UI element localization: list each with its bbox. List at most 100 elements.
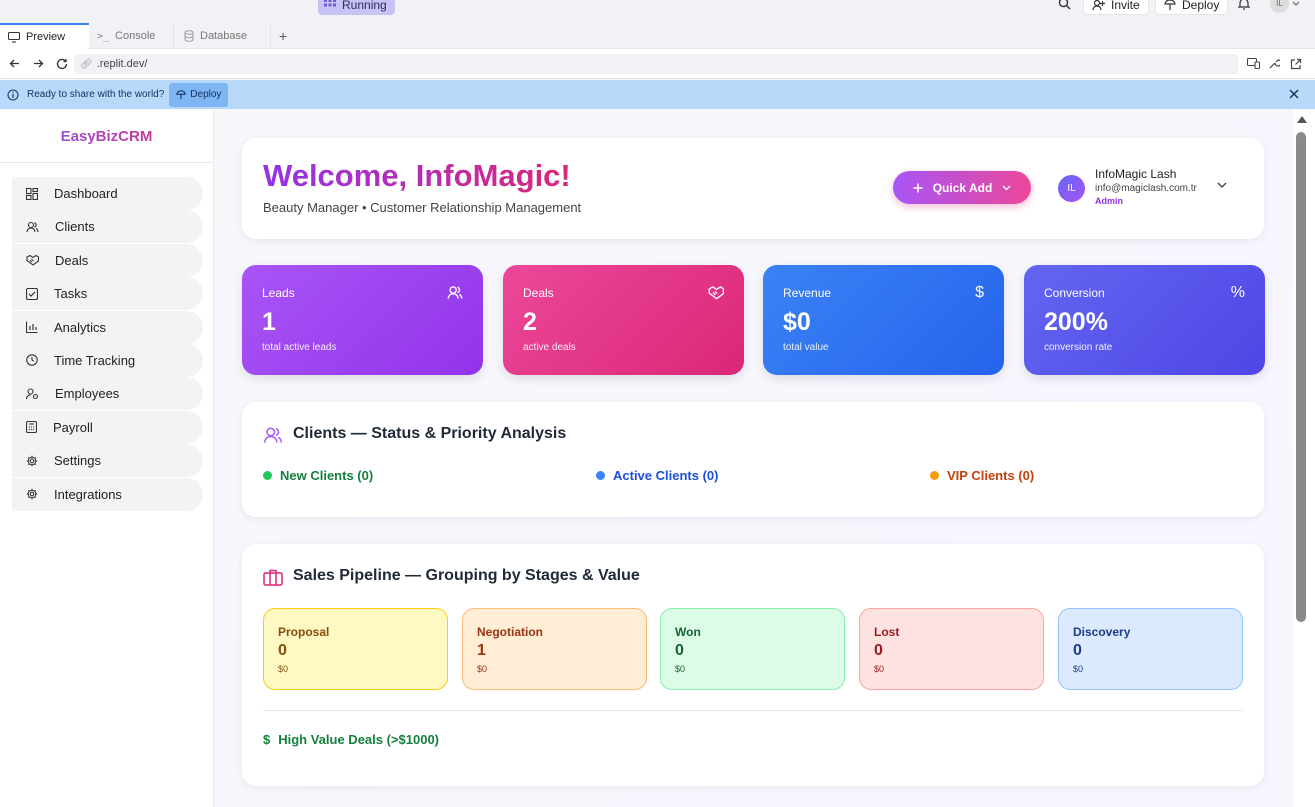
status-dot [263,471,272,480]
sidebar-item-tasks[interactable]: Tasks [12,277,203,311]
sidebar-item-integrations[interactable]: Integrations [12,477,203,511]
stage-count: 0 [675,642,684,659]
banner-deploy-button[interactable]: Deploy [169,82,229,107]
stage-count: 0 [1073,642,1082,659]
scroll-up-icon[interactable] [1297,116,1307,123]
stat-label: Leads [262,286,295,300]
divider [263,710,1243,711]
clock-icon [26,354,38,367]
avatar[interactable]: IL [1058,175,1085,202]
tab-label: Console [115,30,156,42]
url-input[interactable]: 🔗︎ .replit.dev/ [74,54,1239,74]
banner-text: Ready to share with the world? [27,89,165,100]
top-bar: Running Invite Deploy IL [0,0,1315,23]
sidebar-item-dashboard[interactable]: Dashboard [12,177,203,210]
stage-card-proposal[interactable]: Proposal 0 $0 [263,608,448,690]
sidebar-item-settings[interactable]: Settings [12,444,203,478]
stat-card-deals[interactable]: Deals 2 active deals [503,265,744,375]
stat-sub: conversion rate [1044,342,1113,353]
page-title: Welcome, InfoMagic! [263,158,571,193]
sidebar: EasyBizCRM Dashboard Clients Deals Tasks… [0,110,214,807]
user-name: InfoMagic Lash [1095,167,1177,181]
tab-preview[interactable]: Preview [0,23,89,49]
user-gear-icon [26,388,39,400]
handshake-icon [708,285,724,300]
legend-label: New Clients (0) [280,468,374,483]
section-title: Clients — Status & Priority Analysis [293,425,567,442]
grid-icon [26,187,38,200]
add-tab-icon[interactable]: + [279,29,287,43]
stage-count: 0 [278,642,287,659]
refresh-icon[interactable] [56,58,68,70]
scrollbar-thumb[interactable] [1296,132,1306,622]
stage-value: $0 [675,664,686,674]
forward-arrow-icon[interactable] [33,58,44,69]
brand-logo[interactable]: EasyBizCRM [0,110,213,163]
calculator-icon [26,421,37,434]
sidebar-item-label: Payroll [53,419,93,435]
stat-label: Conversion [1044,286,1105,300]
sidebar-item-employees[interactable]: Employees [12,377,203,411]
running-badge[interactable]: Running [318,0,395,15]
stat-sub: total value [783,342,829,353]
sidebar-item-label: Time Tracking [54,352,136,368]
page-subtitle: Beauty Manager • Customer Relationship M… [263,200,582,215]
legend-active-clients[interactable]: Active Clients (0) [596,468,718,483]
quick-add-label: Quick Add [932,180,993,195]
high-value-deals-heading[interactable]: $ High Value Deals (>$1000) [263,732,439,747]
search-icon[interactable] [1058,0,1071,10]
tab-console[interactable]: >_ Console [89,23,174,49]
bar-chart-icon [26,321,38,334]
sidebar-item-label: Clients [55,219,95,235]
users-icon [26,221,39,233]
devices-icon[interactable] [1247,58,1260,69]
users-icon [447,285,463,300]
dollar-icon: $ [975,284,984,301]
tab-database[interactable]: Database [176,23,271,49]
top-avatar: IL [1270,0,1289,13]
tab-label: Preview [26,31,66,43]
stat-card-revenue[interactable]: Revenue $0 total value $ [763,265,1004,375]
stage-value: $0 [874,664,885,674]
bell-icon[interactable] [1238,0,1250,10]
sidebar-item-deals[interactable]: Deals [12,243,203,277]
close-icon[interactable] [1289,89,1299,99]
stage-card-won[interactable]: Won 0 $0 [660,608,845,690]
quick-add-button[interactable]: Quick Add [893,171,1031,204]
sidebar-item-payroll[interactable]: Payroll [12,410,203,444]
deploy-icon [176,89,187,100]
legend-vip-clients[interactable]: VIP Clients (0) [930,468,1034,483]
status-dot [596,471,605,480]
stage-card-lost[interactable]: Lost 0 $0 [859,608,1044,690]
stat-value: 2 [523,308,537,336]
sidebar-item-analytics[interactable]: Analytics [12,310,203,344]
chevron-down-icon[interactable] [1217,182,1227,189]
top-deploy-button[interactable]: Deploy [1155,0,1229,15]
stage-card-negotiation[interactable]: Negotiation 1 $0 [462,608,647,690]
back-arrow-icon[interactable] [9,58,20,69]
monitor-icon [8,31,20,43]
sidebar-nav: Dashboard Clients Deals Tasks Analytics … [0,163,213,511]
legend-label: VIP Clients (0) [947,468,1035,483]
top-deploy-label: Deploy [1182,0,1220,12]
section-title: Sales Pipeline — Grouping by Stages & Va… [293,567,640,584]
legend-new-clients[interactable]: New Clients (0) [263,468,373,483]
stage-name: Won [675,625,701,639]
user-role: Admin [1095,196,1123,206]
chevron-down-icon [1002,185,1011,191]
sidebar-item-clients[interactable]: Clients [12,210,203,244]
sidebar-item-time-tracking[interactable]: Time Tracking [12,343,203,377]
deploy-banner: Ready to share with the world? Deploy [0,80,1315,109]
external-link-icon[interactable] [1290,58,1302,70]
stage-value: $0 [477,664,488,674]
wrench-icon[interactable] [1268,58,1280,70]
user-menu[interactable]: IL [1270,0,1300,13]
stage-card-discovery[interactable]: Discovery 0 $0 [1058,608,1243,690]
gear-icon [26,455,38,467]
invite-button[interactable]: Invite [1083,0,1149,15]
stat-label: Revenue [783,286,832,300]
stat-card-conversion[interactable]: Conversion 200% conversion rate % [1024,265,1265,375]
stage-name: Discovery [1073,625,1131,639]
stat-card-leads[interactable]: Leads 1 total active leads [242,265,483,375]
add-user-icon [1092,0,1105,11]
